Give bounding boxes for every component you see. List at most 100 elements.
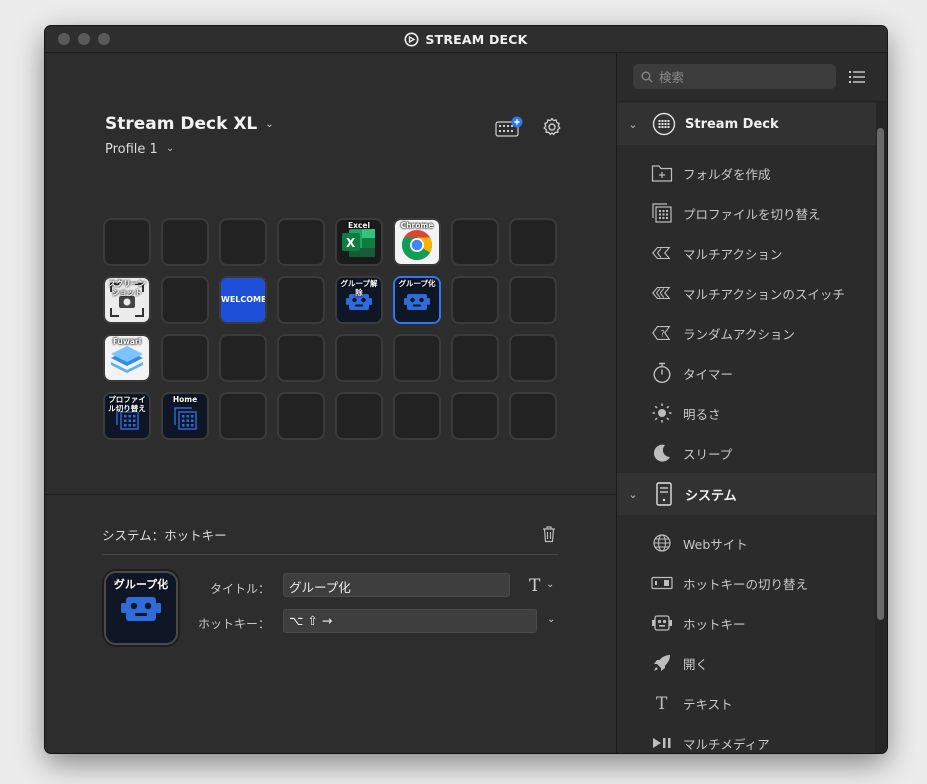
title-input[interactable]: グループ化: [283, 573, 510, 597]
key-slot-empty[interactable]: [509, 334, 557, 382]
action-item-label: ホットキー: [683, 616, 746, 632]
key-slot-empty[interactable]: [277, 334, 325, 382]
action-item-label: ホットキーの切り替え: [683, 576, 809, 592]
key-slot-empty[interactable]: [335, 392, 383, 440]
key-slot-empty[interactable]: [509, 218, 557, 266]
scrollbar-thumb[interactable]: [877, 128, 884, 620]
key-slot-empty[interactable]: [393, 392, 441, 440]
key-slot-empty[interactable]: [509, 392, 557, 440]
action-item[interactable]: マルチアクション: [617, 233, 876, 273]
key-grid: X Excel Chrome スクリーンショット WELCOME グループ解除 グループ化 F…: [103, 218, 557, 440]
text-icon: T: [651, 692, 673, 714]
device-name: Stream Deck XL: [105, 114, 258, 134]
action-item-label: プロファイルを切り替え: [683, 206, 821, 222]
sleep-icon: [651, 442, 673, 464]
hotkey-input[interactable]: ⌥ ⇧ →: [283, 609, 537, 633]
key-slot-empty[interactable]: [393, 334, 441, 382]
key-slot-empty[interactable]: [451, 218, 499, 266]
category-label: Stream Deck: [685, 116, 779, 132]
chevron-down-icon[interactable]: ⌄: [547, 614, 555, 625]
app-window: STREAM DECK Stream Deck XL ⌄ Profile 1 ⌄ X…: [45, 26, 887, 753]
key-label: Excel: [347, 221, 371, 230]
action-item[interactable]: マルチメディア: [617, 723, 876, 753]
key-label: スクリーンショット: [108, 279, 146, 297]
action-item[interactable]: T テキスト: [617, 683, 876, 723]
action-item[interactable]: スリープ: [617, 433, 876, 473]
hotkey-icon: [651, 612, 673, 634]
key-robot[interactable]: グループ解除: [335, 276, 383, 324]
chevron-down-icon[interactable]: ⌄: [617, 488, 649, 501]
key-slot-empty[interactable]: [103, 218, 151, 266]
text-style-icon[interactable]: T: [529, 576, 540, 596]
key-excel[interactable]: X Excel: [335, 218, 383, 266]
chevron-down-icon[interactable]: ⌄: [617, 118, 649, 131]
key-chrome[interactable]: Chrome: [393, 218, 441, 266]
search-input[interactable]: 検索: [659, 67, 684, 86]
action-item[interactable]: Webサイト: [617, 523, 876, 563]
key-label: グループ解除: [340, 279, 378, 297]
key-slot-empty[interactable]: [161, 218, 209, 266]
system-icon: [651, 481, 677, 507]
properties-heading: システム：ホットキー: [102, 528, 227, 543]
hotkey-field-label: ホットキー：: [197, 617, 270, 631]
key-robot-selected[interactable]: グループ化: [393, 276, 441, 324]
key-slot-empty[interactable]: [277, 218, 325, 266]
svg-text:T: T: [656, 694, 668, 713]
device-selector[interactable]: Stream Deck XL ⌄: [105, 114, 274, 134]
chevron-down-icon: ⌄: [265, 119, 274, 130]
key-fuwari[interactable]: Fuwari: [103, 334, 151, 382]
action-item-label: タイマー: [683, 366, 734, 382]
key-preview[interactable]: グループ化 + ⌄: [104, 571, 178, 645]
title-bar: STREAM DECK: [45, 26, 887, 53]
settings-gear-icon[interactable]: [541, 116, 563, 138]
action-item[interactable]: ? ランダムアクション: [617, 313, 876, 353]
key-slot-empty[interactable]: [219, 392, 267, 440]
action-item[interactable]: フォルダを作成: [617, 153, 876, 193]
key-slot-empty[interactable]: [451, 392, 499, 440]
profile-switch-icon: [651, 202, 673, 224]
action-item[interactable]: 開く: [617, 643, 876, 683]
action-item[interactable]: マルチアクションのスイッチ: [617, 273, 876, 313]
key-slot-empty[interactable]: [509, 276, 557, 324]
key-slot-empty[interactable]: [277, 276, 325, 324]
action-item[interactable]: プロファイルを切り替え: [617, 193, 876, 233]
search-icon: [641, 71, 653, 82]
action-item[interactable]: タイマー: [617, 353, 876, 393]
key-slot-empty[interactable]: [161, 276, 209, 324]
category-stream-deck[interactable]: ⌄ Stream Deck: [617, 103, 876, 145]
svg-text:X: X: [346, 236, 356, 250]
key-slot-empty[interactable]: [335, 334, 383, 382]
action-item-label: スリープ: [683, 446, 733, 462]
action-item[interactable]: ホットキーの切り替え: [617, 563, 876, 603]
timer-icon: [651, 362, 673, 384]
sidebar-divider: [617, 101, 887, 102]
store-keypad-icon[interactable]: [495, 116, 523, 138]
action-sidebar: 検索 ⌄ Stream Deck フォルダを作成プロファイルを切り替えマルチアクショ…: [616, 53, 887, 753]
key-profile[interactable]: プロファイル切り替え: [103, 392, 151, 440]
chevron-down-icon[interactable]: ⌄: [546, 579, 554, 590]
category-system[interactable]: ⌄ システム: [617, 473, 876, 515]
profile-selector[interactable]: Profile 1 ⌄: [105, 142, 174, 157]
key-profile[interactable]: Home: [161, 392, 209, 440]
action-item[interactable]: ホットキー: [617, 603, 876, 643]
key-label: プロファイル切り替え: [108, 395, 146, 413]
key-slot-empty[interactable]: [277, 392, 325, 440]
key-slot-empty[interactable]: [219, 334, 267, 382]
key-slot-empty[interactable]: [451, 276, 499, 324]
action-item-label: マルチメディア: [683, 736, 770, 752]
globe-icon: [651, 532, 673, 554]
key-slot-empty[interactable]: [219, 218, 267, 266]
key-label: Home: [172, 395, 198, 404]
multimedia-icon: [651, 732, 673, 753]
list-view-icon[interactable]: [849, 70, 865, 84]
action-item[interactable]: 明るさ: [617, 393, 876, 433]
key-slot-empty[interactable]: [161, 334, 209, 382]
key-screenshot[interactable]: スクリーンショット: [103, 276, 151, 324]
key-welcome[interactable]: WELCOME: [219, 276, 267, 324]
random-action-icon: ?: [651, 322, 673, 344]
search-field[interactable]: 検索: [633, 64, 836, 89]
key-slot-empty[interactable]: [451, 334, 499, 382]
action-item-label: フォルダを作成: [683, 166, 771, 182]
trash-icon[interactable]: [541, 525, 557, 543]
key-label: Fuwari: [112, 337, 142, 346]
